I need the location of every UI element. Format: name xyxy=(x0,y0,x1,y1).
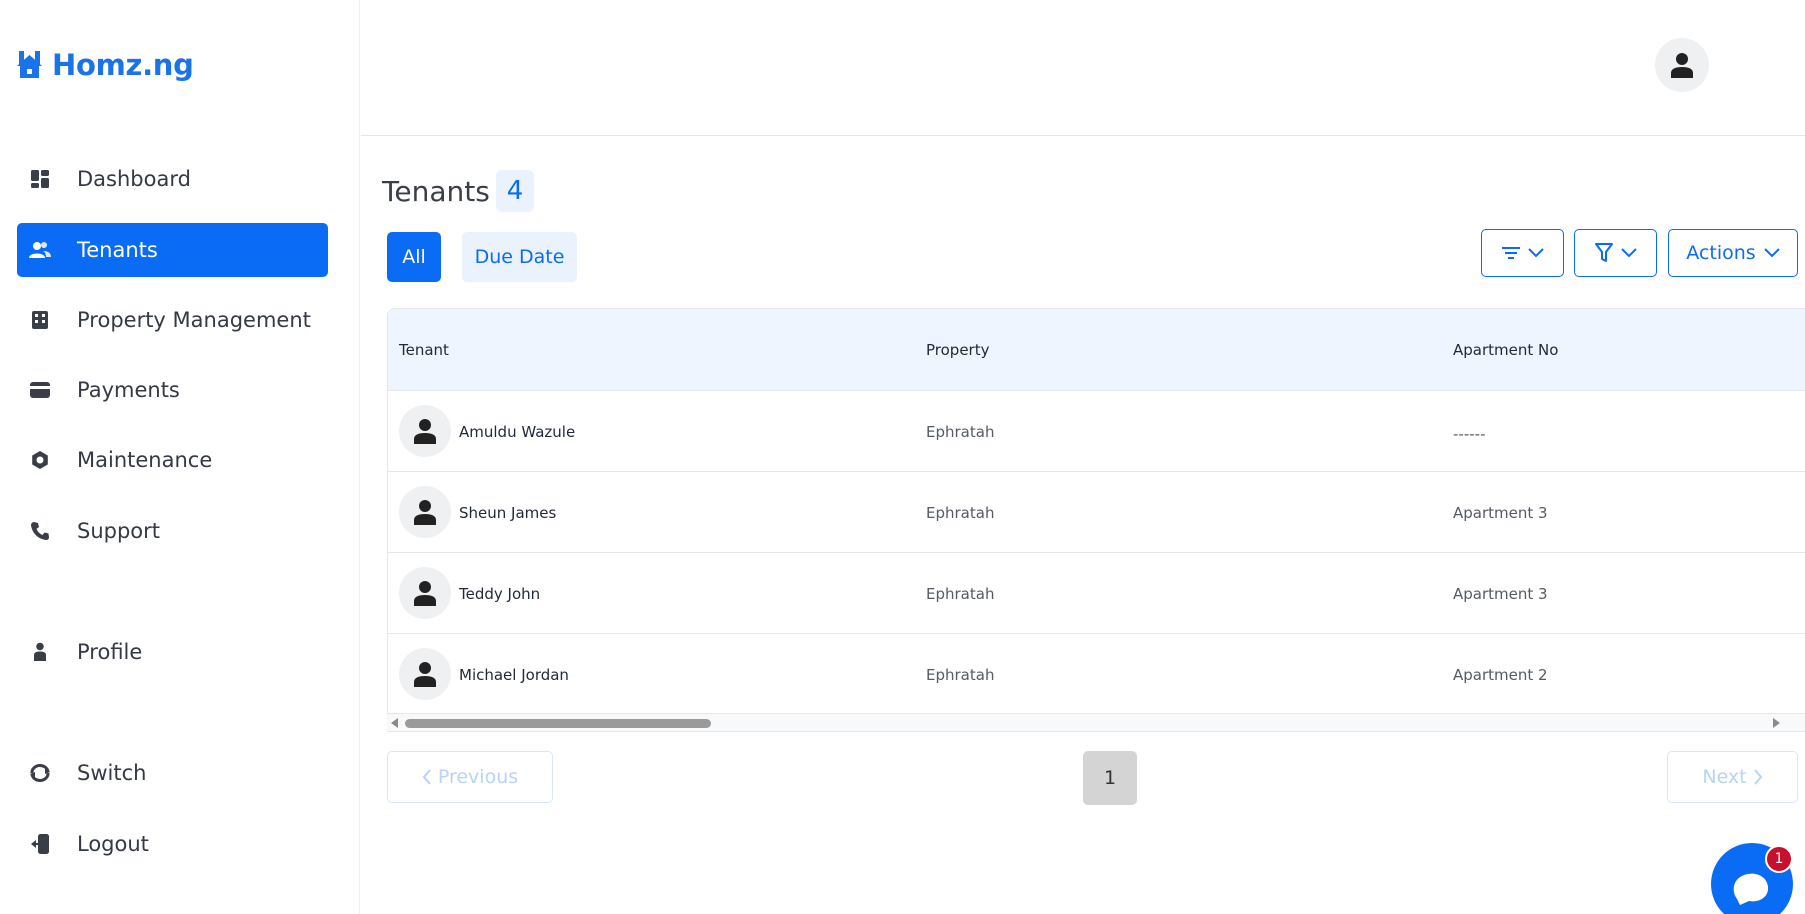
previous-label: Previous xyxy=(437,766,519,788)
gear-icon xyxy=(29,449,51,471)
sidebar-item-label: Tenants xyxy=(77,238,158,262)
card-icon xyxy=(29,379,51,401)
tab-all[interactable]: All xyxy=(387,232,441,282)
sidebar-item-payments[interactable]: Payments xyxy=(17,363,328,417)
sidebar-item-label: Property Management xyxy=(77,308,311,332)
brand-logo[interactable]: Homz.ng xyxy=(16,48,194,82)
sort-icon xyxy=(1501,247,1520,259)
user-avatar-icon xyxy=(414,581,436,606)
chevron-down-icon xyxy=(1527,248,1544,258)
avatar xyxy=(399,648,451,700)
sidebar-item-label: Profile xyxy=(77,640,143,664)
tenant-name: Sheun James xyxy=(459,504,557,522)
table-row[interactable]: Michael Jordan Ephratah Apartment 2 xyxy=(388,633,1805,714)
page-title-text: Tenants xyxy=(382,174,490,208)
sidebar-item-label: Payments xyxy=(77,378,180,402)
table-header: Tenant Property Apartment No xyxy=(388,309,1805,390)
tenant-name: Amuldu Wazule xyxy=(459,423,576,441)
tenants-table: Tenant Property Apartment No Amuldu Wazu… xyxy=(387,308,1805,732)
sidebar-item-dashboard[interactable]: Dashboard xyxy=(17,152,328,206)
sidebar-item-switch[interactable]: Switch xyxy=(17,746,328,800)
column-header-apartment[interactable]: Apartment No xyxy=(1453,341,1558,359)
chevron-down-icon xyxy=(1763,248,1780,258)
apartment-cell: Apartment 3 xyxy=(1453,504,1548,522)
phone-icon xyxy=(29,520,51,542)
sidebar-item-label: Logout xyxy=(77,832,149,856)
sidebar-item-logout[interactable]: Logout xyxy=(17,817,328,871)
dashboard-icon xyxy=(29,168,51,190)
avatar xyxy=(399,405,451,457)
user-avatar-icon xyxy=(1671,53,1693,78)
sidebar-item-support[interactable]: Support xyxy=(17,504,328,558)
column-header-tenant[interactable]: Tenant xyxy=(399,341,449,359)
sidebar-item-maintenance[interactable]: Maintenance xyxy=(17,433,328,487)
scroll-left-arrow-icon[interactable] xyxy=(391,718,398,728)
tenant-name: Teddy John xyxy=(459,585,541,603)
switch-icon xyxy=(29,762,51,784)
page-number-current[interactable]: 1 xyxy=(1083,751,1137,805)
logout-icon xyxy=(29,833,51,855)
apartment-cell: Apartment 2 xyxy=(1453,666,1548,684)
user-avatar-icon xyxy=(414,500,436,525)
tab-due-date[interactable]: Due Date xyxy=(462,232,577,282)
filter-dropdown-button[interactable] xyxy=(1574,229,1657,277)
sort-dropdown-button[interactable] xyxy=(1481,229,1564,277)
table-row[interactable]: Teddy John Ephratah Apartment 3 xyxy=(388,552,1805,633)
top-header xyxy=(361,0,1805,136)
building-icon xyxy=(29,309,51,331)
users-icon xyxy=(29,239,51,261)
property-cell: Ephratah xyxy=(926,504,995,522)
sidebar-item-label: Support xyxy=(77,519,161,543)
sidebar-item-tenants[interactable]: Tenants xyxy=(17,223,328,277)
property-cell: Ephratah xyxy=(926,423,995,441)
scroll-right-arrow-icon[interactable] xyxy=(1773,718,1780,728)
chevron-left-icon xyxy=(422,769,431,785)
previous-page-button[interactable]: Previous xyxy=(387,751,553,803)
sidebar-item-label: Dashboard xyxy=(77,167,191,191)
house-logo-icon xyxy=(17,51,42,78)
next-label: Next xyxy=(1702,766,1747,788)
next-page-button[interactable]: Next xyxy=(1667,751,1798,803)
person-icon xyxy=(29,641,51,663)
chat-notification-badge: 1 xyxy=(1765,845,1793,873)
sidebar: Homz.ng Dashboard Tenants Property Manag… xyxy=(0,0,360,914)
sidebar-item-label: Switch xyxy=(77,761,147,785)
user-avatar-button[interactable] xyxy=(1655,38,1709,92)
table-row[interactable]: Sheun James Ephratah Apartment 3 xyxy=(388,471,1805,552)
avatar xyxy=(399,486,451,538)
actions-label: Actions xyxy=(1686,242,1756,264)
property-cell: Ephratah xyxy=(926,666,995,684)
apartment-cell: Apartment 3 xyxy=(1453,585,1548,603)
avatar xyxy=(399,567,451,619)
sidebar-item-property-management[interactable]: Property Management xyxy=(17,293,328,347)
sidebar-item-profile[interactable]: Profile xyxy=(17,625,328,679)
table-horizontal-scrollbar[interactable] xyxy=(387,713,1805,731)
filter-icon xyxy=(1594,243,1613,262)
user-avatar-icon xyxy=(414,419,436,444)
tenant-count-badge: 4 xyxy=(495,170,535,212)
actions-dropdown-button[interactable]: Actions xyxy=(1668,229,1798,277)
column-header-property[interactable]: Property xyxy=(926,341,989,359)
property-cell: Ephratah xyxy=(926,585,995,603)
tenant-name: Michael Jordan xyxy=(459,666,569,684)
brand-name: Homz.ng xyxy=(52,48,194,82)
user-avatar-icon xyxy=(414,662,436,687)
scrollbar-thumb[interactable] xyxy=(405,719,711,728)
chevron-down-icon xyxy=(1620,248,1637,258)
sidebar-item-label: Maintenance xyxy=(77,448,213,472)
table-row[interactable]: Amuldu Wazule Ephratah ------ xyxy=(388,390,1805,471)
page-title: Tenants 4 xyxy=(382,170,535,212)
chevron-right-icon xyxy=(1753,769,1762,785)
apartment-cell: ------ xyxy=(1453,425,1486,443)
